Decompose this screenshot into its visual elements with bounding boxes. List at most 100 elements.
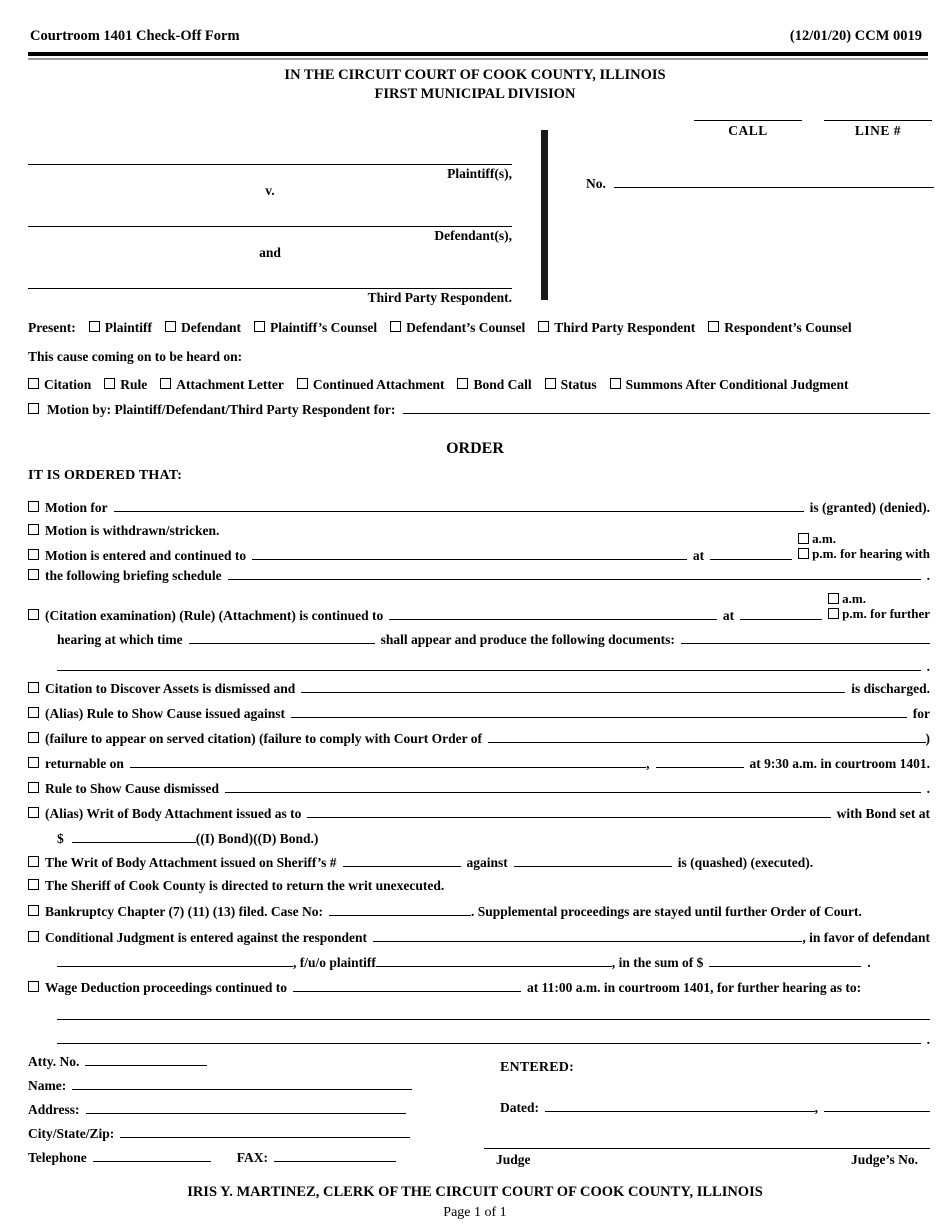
defendant-input-line[interactable]: [28, 212, 512, 227]
rule-dismissed-input-line[interactable]: [225, 779, 921, 793]
attorney-city-row: City/State/Zip:: [28, 1124, 478, 1148]
returnable-time-input-line[interactable]: [655, 754, 744, 768]
checkbox-icon[interactable]: [28, 856, 39, 867]
motion-by-input-line[interactable]: [403, 400, 930, 414]
plaintiff-input-line[interactable]: [28, 150, 512, 165]
checkbox-icon[interactable]: [296, 378, 308, 389]
checkbox-icon[interactable]: [160, 378, 172, 389]
court-title: IN THE CIRCUIT COURT OF COOK COUNTY, ILL…: [0, 66, 950, 104]
cause-option-label: Citation: [44, 377, 92, 392]
motion-for-input-line[interactable]: [113, 498, 804, 512]
checkbox-icon[interactable]: [538, 321, 550, 332]
cause-option-rule[interactable]: Rule: [104, 377, 147, 393]
at-930-label: at 9:30 a.m. in courtroom 1401.: [749, 756, 930, 771]
present-option-defendant[interactable]: Defendant: [164, 320, 241, 336]
sheriff-number-input-line[interactable]: [342, 853, 461, 867]
documents-input-line[interactable]: [680, 630, 930, 644]
judge-labels: Judge Judge’s No.: [484, 1149, 930, 1168]
cause-option-summons-after-conditional-judgment[interactable]: Summons After Conditional Judgment: [609, 377, 849, 393]
plaintiff-name-input-line[interactable]: [375, 953, 612, 967]
cause-option-continued-attachment[interactable]: Continued Attachment: [296, 377, 444, 393]
cause-option-status[interactable]: Status: [544, 377, 597, 393]
present-option-respondents-counsel[interactable]: Respondent’s Counsel: [708, 320, 852, 336]
documents-continuation-input-line[interactable]: [57, 657, 921, 671]
pm-option[interactable]: p.m. for hearing with: [798, 547, 930, 560]
case-number-input-line[interactable]: [613, 174, 934, 188]
continued-to-date-input-line[interactable]: [252, 546, 687, 560]
checkbox-icon[interactable]: [390, 321, 402, 332]
checkbox-icon[interactable]: [28, 549, 39, 560]
present-option-third-party-respondent[interactable]: Third Party Respondent: [538, 320, 695, 336]
checkbox-icon[interactable]: [28, 931, 39, 942]
pm-option[interactable]: p.m. for further: [828, 607, 930, 620]
returnable-date-input-line[interactable]: [129, 754, 647, 768]
third-party-input-line[interactable]: [28, 274, 512, 289]
checkbox-icon[interactable]: [28, 609, 39, 620]
checkbox-icon[interactable]: [28, 879, 39, 890]
checkbox-icon[interactable]: [28, 732, 39, 743]
appear-party-input-line[interactable]: [188, 630, 375, 644]
checkbox-icon[interactable]: [28, 707, 39, 718]
checkbox-icon[interactable]: [28, 403, 39, 414]
checkbox-icon[interactable]: [28, 757, 39, 768]
bond-amount-input-line[interactable]: [71, 829, 196, 843]
attorney-city-input-line[interactable]: [120, 1124, 411, 1138]
attorney-address-input-line[interactable]: [85, 1100, 406, 1114]
checkbox-icon[interactable]: [253, 321, 265, 332]
checkbox-icon[interactable]: [457, 378, 469, 389]
alias-rule-input-line[interactable]: [291, 704, 907, 718]
present-option-plaintiff[interactable]: Plaintiff: [88, 320, 152, 336]
citation-exam-date-input-line[interactable]: [389, 606, 717, 620]
cause-option-attachment-letter[interactable]: Attachment Letter: [160, 377, 284, 393]
dated-date-input-line[interactable]: [545, 1098, 815, 1112]
citation-exam-time-input-line[interactable]: [740, 606, 823, 620]
alias-writ-input-line[interactable]: [307, 804, 831, 818]
cause-option-citation[interactable]: Citation: [28, 377, 91, 393]
attorney-telephone-input-line[interactable]: [92, 1148, 211, 1162]
checkbox-icon[interactable]: [828, 593, 840, 604]
checkbox-icon[interactable]: [544, 378, 556, 389]
respondent-input-line[interactable]: [373, 928, 803, 942]
checkbox-icon[interactable]: [28, 569, 39, 580]
checkbox-icon[interactable]: [28, 682, 39, 693]
checkbox-icon[interactable]: [798, 548, 810, 559]
checkbox-icon[interactable]: [28, 905, 39, 916]
present-option-defendants-counsel[interactable]: Defendant’s Counsel: [390, 320, 525, 336]
present-option-plaintiffs-counsel[interactable]: Plaintiff’s Counsel: [253, 320, 377, 336]
checkbox-icon[interactable]: [708, 321, 720, 332]
am-option[interactable]: a.m.: [798, 532, 930, 545]
am-option[interactable]: a.m.: [828, 592, 930, 605]
judgment-sum-input-line[interactable]: [709, 953, 862, 967]
wage-continuation-input-line-1[interactable]: [57, 1006, 930, 1020]
writ-against-input-line[interactable]: [513, 853, 672, 867]
order-line-sheriff-return: The Sheriff of Cook County is directed t…: [28, 878, 930, 894]
dated-year-input-line[interactable]: [824, 1098, 930, 1112]
court-order-date-input-line[interactable]: [487, 729, 926, 743]
wage-continuation-input-line-2[interactable]: [57, 1030, 921, 1044]
checkbox-icon[interactable]: [28, 981, 39, 992]
cause-option-bond-call[interactable]: Bond Call: [457, 377, 532, 393]
present-row: Present: Plaintiff Defendant Plaintiff’s…: [28, 320, 930, 336]
checkbox-icon[interactable]: [609, 378, 621, 389]
defendant-name-input-line[interactable]: [57, 953, 293, 967]
briefing-schedule-input-line[interactable]: [227, 566, 921, 580]
caption-spacer-2: [28, 261, 512, 274]
checkbox-icon[interactable]: [798, 533, 810, 544]
checkbox-icon[interactable]: [28, 524, 39, 535]
wage-deduction-date-input-line[interactable]: [293, 978, 522, 992]
checkbox-icon[interactable]: [28, 378, 39, 389]
cause-options-row: Citation Rule Attachment Letter Continue…: [28, 377, 930, 393]
checkbox-icon[interactable]: [88, 321, 100, 332]
bankruptcy-case-no-input-line[interactable]: [328, 902, 471, 916]
checkbox-icon[interactable]: [28, 807, 39, 818]
attorney-fax-input-line[interactable]: [274, 1148, 397, 1162]
checkbox-icon[interactable]: [28, 501, 39, 512]
checkbox-icon[interactable]: [28, 782, 39, 793]
checkbox-icon[interactable]: [828, 608, 840, 619]
citation-dismissed-input-line[interactable]: [301, 679, 846, 693]
attorney-name-input-line[interactable]: [72, 1076, 413, 1090]
checkbox-icon[interactable]: [104, 378, 116, 389]
checkbox-icon[interactable]: [164, 321, 176, 332]
continued-to-time-input-line[interactable]: [710, 546, 793, 560]
attorney-number-input-line[interactable]: [85, 1052, 208, 1066]
